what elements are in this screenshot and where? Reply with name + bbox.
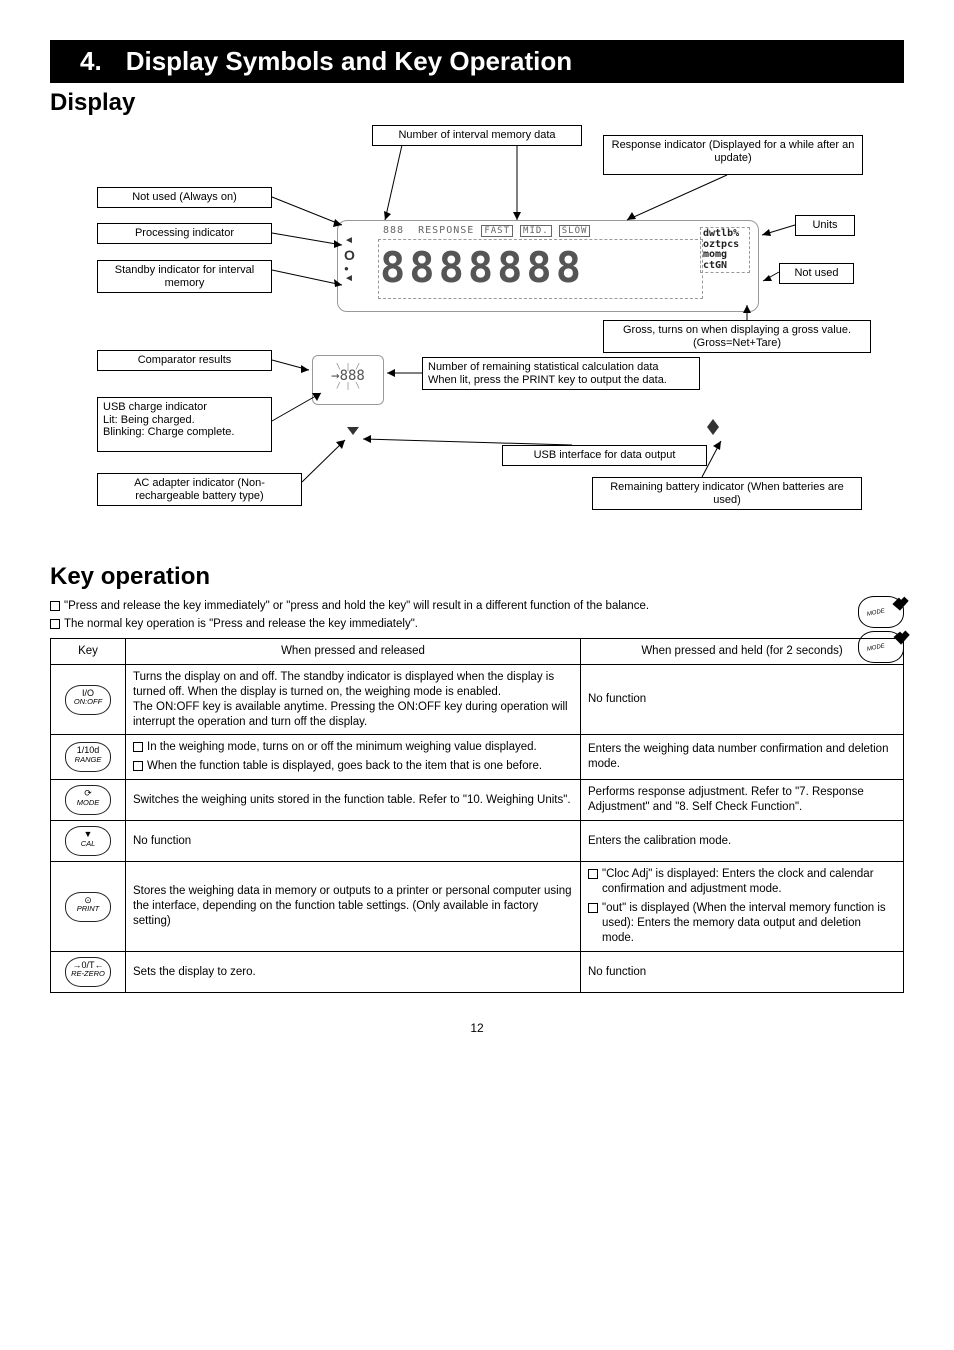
cal-press: No function (126, 821, 581, 862)
key-note-a-text: "Press and release the key immediately" … (64, 600, 649, 612)
rezero-press: Sets the display to zero. (126, 952, 581, 993)
label-comparator: Comparator results (97, 350, 272, 371)
key-operation-heading: Key operation (50, 563, 904, 591)
key-note-b-text: The normal key operation is "Press and r… (64, 618, 418, 630)
range-press-item1: In the weighing mode, turns on or off th… (147, 740, 573, 755)
label-remaining-battery: Number of remaining statistical calculat… (422, 357, 700, 390)
lcd-top-row: 888 RESPONSE FAST MID. SLOW (383, 225, 590, 236)
print-press: Stores the weighing data in memory or ou… (126, 862, 581, 952)
th-press: When pressed and released (126, 638, 581, 664)
table-row: ⊙PRINT Stores the weighing data in memor… (51, 862, 904, 952)
table-row: →0/T←RE-ZERO Sets the display to zero. N… (51, 952, 904, 993)
lcd-left-indicators: ◄ O ● ◄ (344, 235, 355, 285)
finger-icons (858, 593, 904, 666)
triangle-left-icon (347, 427, 359, 435)
print-hold-item1: "Cloc Adj" is displayed: Enters the cloc… (602, 867, 896, 897)
key-note-b: The normal key operation is "Press and r… (50, 617, 904, 631)
label-remain-line1: Number of remaining statistical calculat… (428, 361, 694, 374)
rezero-key-icon: →0/T←RE-ZERO (65, 957, 111, 987)
lcd-small: \ | / →888 / | \ (312, 355, 384, 405)
lcd-segments-888: 888 (383, 225, 404, 236)
label-units: Units (795, 215, 855, 236)
mode-icon-hold (858, 631, 904, 663)
th-hold: When pressed and held (for 2 seconds) (581, 638, 904, 664)
chapter-number: 4. (80, 46, 102, 76)
mode-hold: Performs response adjustment. Refer to "… (581, 780, 904, 821)
label-remaining-battery-right: Remaining battery indicator (When batter… (592, 477, 862, 510)
rezero-hold: No function (581, 952, 904, 993)
lcd-mid-box: MID. (520, 225, 552, 237)
triangle-right-icon (707, 427, 719, 435)
lcd-main: 888 RESPONSE FAST MID. SLOW ◄ O ● ◄ 8888… (337, 220, 759, 312)
print-hold-item2: "out" is displayed (When the interval me… (602, 901, 896, 946)
label-ac-adapter-left: AC adapter indicator (Non-rechargeable b… (97, 473, 302, 506)
lcd-digits: 8888888 (380, 243, 585, 292)
range-press-item2: When the function table is displayed, go… (147, 759, 573, 774)
chapter-title-bar: 4. Display Symbols and Key Operation (50, 40, 904, 83)
key-note-a: "Press and release the key immediately" … (50, 599, 904, 613)
display-section-heading: Display (50, 89, 904, 117)
display-diagram: Number of interval memory data Response … (67, 125, 887, 545)
table-row: ▼CAL No function Enters the calibration … (51, 821, 904, 862)
mode-key-icon: ⟳MODE (65, 785, 111, 815)
table-row: 1/10dRANGE In the weighing mode, turns o… (51, 735, 904, 780)
label-smart-range: Processing indicator (97, 223, 272, 244)
mode-press: Switches the weighing units stored in th… (126, 780, 581, 821)
lcd-fast-box: FAST (481, 225, 513, 237)
table-row: I/OON:OFF Turns the display on and off. … (51, 664, 904, 735)
cal-key-icon: ▼CAL (65, 826, 111, 856)
label-remain-line2: When lit, press the PRINT key to output … (428, 374, 694, 387)
lcd-slow-box: SLOW (559, 225, 591, 237)
label-response-indicator: Response indicator (Displayed for a whil… (603, 135, 863, 175)
page-number: 12 (50, 1021, 904, 1035)
print-hold: "Cloc Adj" is displayed: Enters the cloc… (581, 862, 904, 952)
label-interval-memory: Number of interval memory data (372, 125, 582, 146)
cal-hold: Enters the calibration mode. (581, 821, 904, 862)
range-key-icon: 1/10dRANGE (65, 742, 111, 772)
table-row: ⟳MODE Switches the weighing units stored… (51, 780, 904, 821)
key-operation-table: Key When pressed and released When press… (50, 638, 904, 993)
label-usb-interface-right: USB interface for data output (502, 445, 707, 466)
range-hold: Enters the weighing data number confirma… (581, 735, 904, 780)
range-press: In the weighing mode, turns on or off th… (126, 735, 581, 780)
label-usb-charge: USB charge indicator Lit: Being charged.… (97, 397, 272, 452)
th-key: Key (51, 638, 126, 664)
onoff-hold: No function (581, 664, 904, 735)
lcd-stable-circle: O (344, 247, 355, 264)
lcd-units-block: dwtlb% oztpcs momg ctGN (700, 227, 750, 273)
onoff-press: Turns the display on and off. The standb… (126, 664, 581, 735)
label-gross: Gross, turns on when displaying a gross … (603, 320, 871, 353)
print-key-icon: ⊙PRINT (65, 892, 111, 922)
label-net: Not used (779, 263, 854, 284)
label-stable-zero: Not used (Always on) (97, 187, 272, 208)
label-standby: Standby indicator for interval memory (97, 260, 272, 293)
lcd-response-text: RESPONSE (418, 225, 474, 236)
onoff-key-icon: I/OON:OFF (65, 685, 111, 715)
chapter-title-text: Display Symbols and Key Operation (126, 46, 572, 76)
